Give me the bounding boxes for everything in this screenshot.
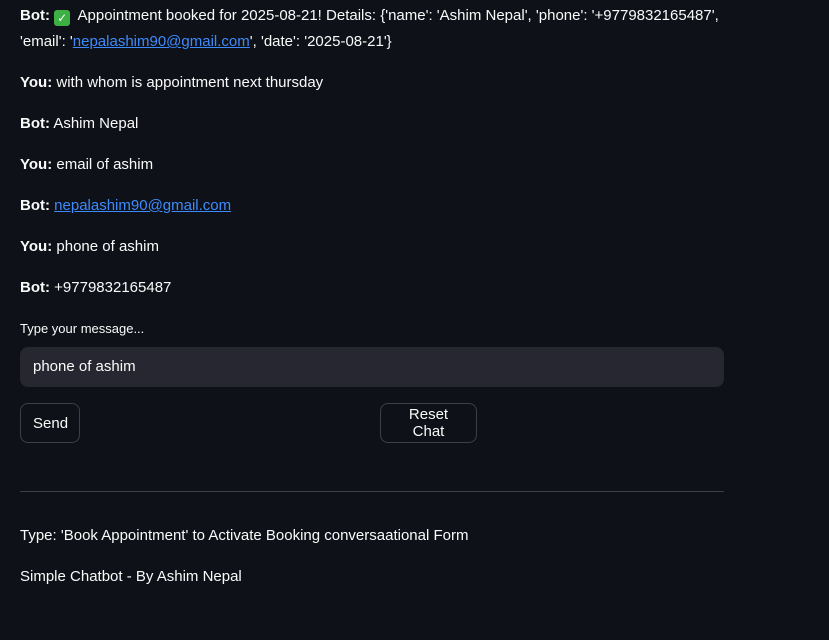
message-text: ', 'date': '2025-08-21'}: [249, 33, 392, 50]
chat-message-bot: Bot: +9779832165487: [20, 275, 730, 301]
message-text: email of ashim: [52, 156, 154, 173]
message-text: phone of ashim: [52, 238, 159, 255]
chat-message-user: You: email of ashim: [20, 152, 730, 178]
email-link[interactable]: nepalashim90@gmail.com: [54, 197, 231, 214]
email-link[interactable]: nepalashim90@gmail.com: [73, 33, 250, 50]
speaker-label: You:: [20, 238, 53, 255]
message-text: +9779832165487: [50, 279, 172, 296]
divider: [20, 491, 724, 492]
chat-message-user: You: phone of ashim: [20, 234, 730, 260]
chat-message-user: You: with whom is appointment next thurs…: [20, 70, 730, 96]
message-input-label: Type your message...: [20, 321, 145, 336]
check-mark-icon: ✓: [54, 10, 71, 26]
message-text: Ashim Nepal: [50, 115, 139, 132]
chat-message-bot: Bot: Ashim Nepal: [20, 111, 730, 137]
speaker-label: You:: [20, 74, 53, 91]
speaker-label: You:: [20, 156, 53, 173]
speaker-label: Bot:: [20, 197, 50, 214]
speaker-label: Bot:: [20, 279, 50, 296]
chat-history: Bot: ✓ Appointment booked for 2025-08-21…: [20, 3, 730, 316]
speaker-label: Bot:: [20, 115, 50, 132]
footer-instructions: Type: 'Book Appointment' to Activate Boo…: [20, 527, 469, 544]
chat-message-bot: Bot: nepalashim90@gmail.com: [20, 193, 730, 219]
footer-credit: Simple Chatbot - By Ashim Nepal: [20, 568, 242, 585]
app-root: Bot: ✓ Appointment booked for 2025-08-21…: [0, 0, 829, 640]
send-button[interactable]: Send: [20, 403, 80, 443]
message-input[interactable]: [20, 347, 724, 387]
chat-message-bot: Bot: ✓ Appointment booked for 2025-08-21…: [20, 3, 730, 55]
speaker-label: Bot:: [20, 7, 50, 24]
reset-chat-button[interactable]: Reset Chat: [380, 403, 477, 443]
message-text: with whom is appointment next thursday: [52, 74, 324, 91]
